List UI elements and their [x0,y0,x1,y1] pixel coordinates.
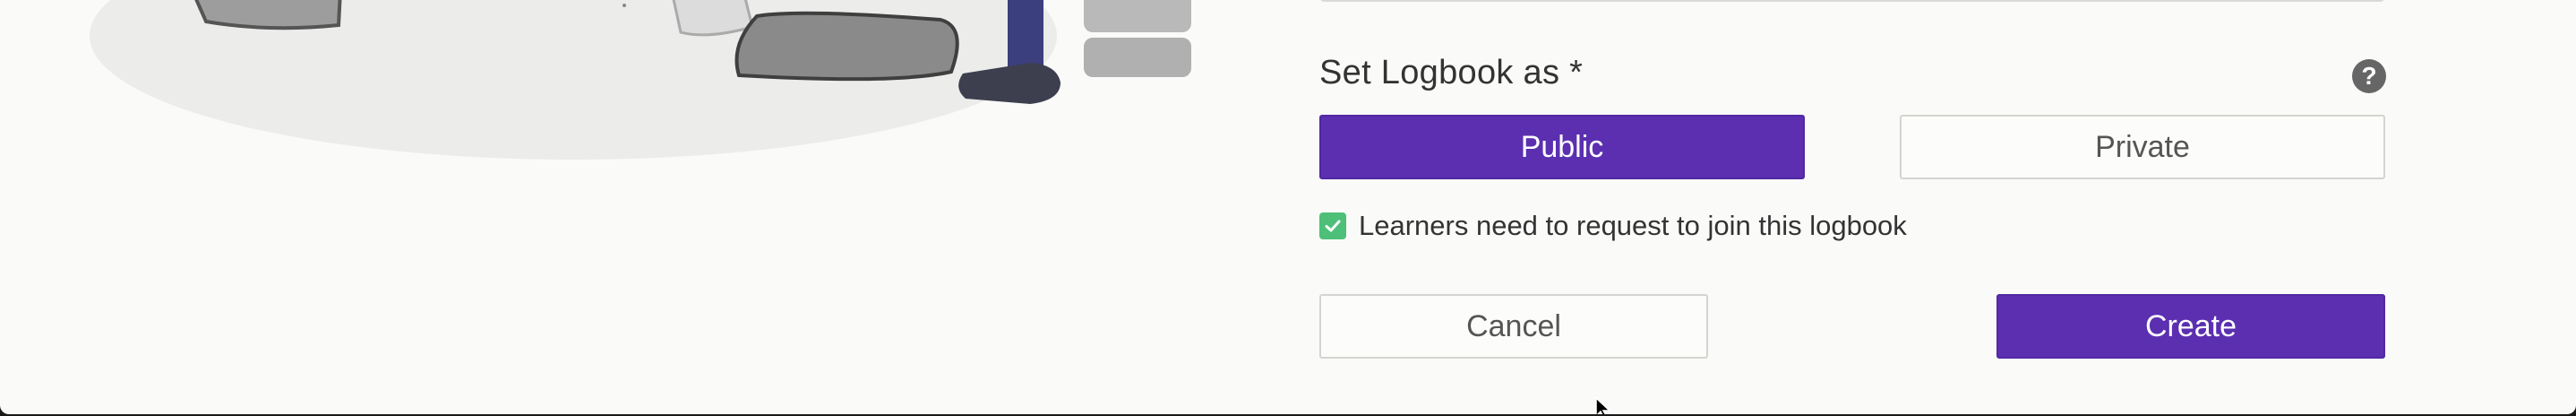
help-icon-glyph: ? [2361,62,2377,90]
illustration [90,0,1191,160]
help-icon[interactable]: ? [2352,59,2386,93]
private-button-label: Private [2095,129,2190,164]
mouse-cursor-icon [1595,396,1611,414]
join-request-checkbox[interactable] [1319,212,1346,239]
private-button[interactable]: Private [1900,115,2385,179]
illustration-person-leg [1008,0,1043,67]
public-button[interactable]: Public [1319,115,1805,179]
create-button-label: Create [2144,308,2237,343]
set-logbook-label: Set Logbook as * [1319,54,1584,91]
modal-window: Set Logbook as * ? Public Private Learne… [0,0,2576,414]
cancel-button-label: Cancel [1466,308,1561,343]
create-button[interactable]: Create [1996,294,2385,359]
illustration-cushion-left [194,0,342,30]
cancel-button[interactable]: Cancel [1319,294,1708,359]
illustration-block-bottom [1084,38,1191,77]
join-request-label: Learners need to request to join this lo… [1359,210,1907,241]
checkmark-icon [1325,220,1341,232]
previous-input-field[interactable] [1319,0,2385,2]
join-request-row[interactable]: Learners need to request to join this lo… [1319,210,1907,242]
illustration-cushion-right [734,11,959,82]
public-button-label: Public [1520,129,1604,164]
illustration-block-top [1084,0,1191,32]
illustration-speck [623,4,626,7]
illustration-chair-base [672,0,754,37]
